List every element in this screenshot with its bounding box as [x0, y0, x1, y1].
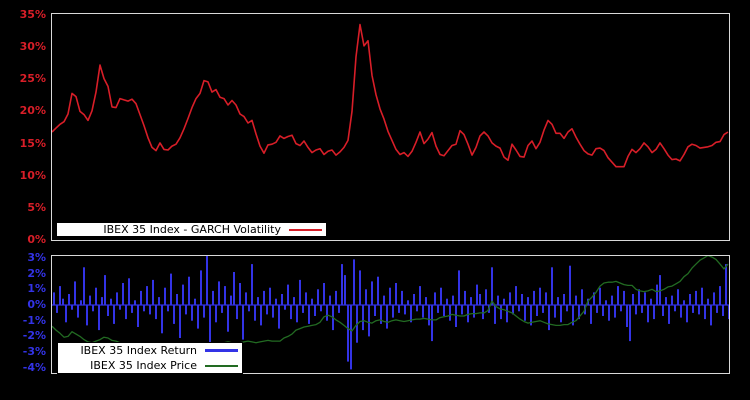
y-axis-tick-label: 2%	[27, 266, 46, 280]
legend-label-index-price: IBEX 35 Index Price	[90, 359, 197, 372]
red-line-sample-icon	[289, 228, 322, 231]
y-axis-tick-label: 10%	[19, 168, 46, 182]
legend-row: IBEX 35 Index Price	[58, 358, 242, 373]
volatility-plot-area	[51, 13, 730, 241]
blue-line-sample-icon	[205, 349, 238, 352]
green-line-sample-icon	[205, 364, 238, 367]
y-axis-tick-label: -2%	[22, 329, 46, 343]
legend-label-garch-volatility: IBEX 35 Index - GARCH Volatility	[103, 223, 281, 236]
legend-row: IBEX 35 Index - GARCH Volatility	[57, 223, 326, 236]
y-axis-tick-label: -1%	[22, 313, 46, 327]
legend-label-index-return: IBEX 35 Index Return	[80, 344, 197, 357]
y-axis-tick-label: 5%	[27, 200, 46, 214]
y-axis-tick-label: 30%	[19, 40, 46, 54]
volatility-legend: IBEX 35 Index - GARCH Volatility	[56, 222, 327, 237]
y-axis-tick-label: 20%	[19, 104, 46, 118]
y-axis-tick-label: 25%	[19, 72, 46, 86]
legend-row: IBEX 35 Index Return	[58, 343, 242, 358]
y-axis-tick-label: 0%	[27, 233, 46, 246]
y-axis-tick-label: -3%	[22, 345, 46, 359]
y-axis-tick-label: 0%	[27, 298, 46, 311]
chart-canvas: 35% 30% 25% 20% 15% 10% 5% 0% IBEX 35 Index - G…	[0, 0, 750, 400]
y-axis-tick-label: 3%	[27, 250, 46, 264]
y-axis-tick-label: 1%	[27, 282, 46, 296]
y-axis-tick-label: -4%	[22, 360, 46, 374]
y-axis-tick-label: 15%	[19, 136, 46, 150]
y-axis-tick-label: 35%	[19, 8, 46, 21]
volatility-line-svg	[52, 23, 729, 168]
return-price-legend: IBEX 35 Index Return IBEX 35 Index Price	[57, 342, 243, 374]
